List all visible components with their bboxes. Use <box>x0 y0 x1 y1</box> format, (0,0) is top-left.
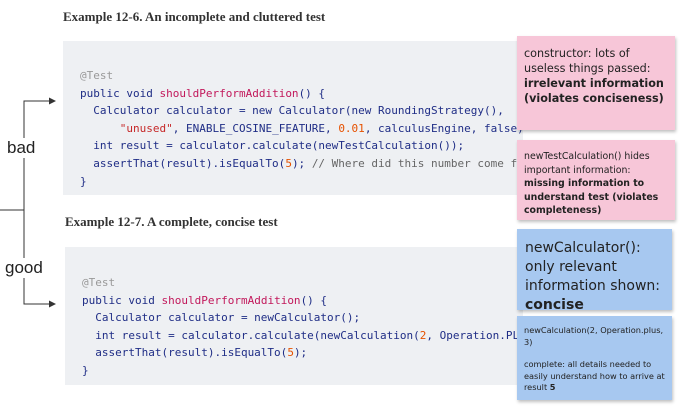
note-new-calculator: newCalculator(): only relevant informati… <box>517 229 672 313</box>
good-arrowhead <box>49 300 56 308</box>
note-test-calculation-text: newTestCalculation() hides important inf… <box>524 151 650 176</box>
bad-arrowhead <box>49 97 56 105</box>
good-connector <box>23 210 54 305</box>
note-test-calculation: newTestCalculation() hides important inf… <box>517 140 675 220</box>
note-constructor-bold: irrelevant information (violates concise… <box>524 77 664 105</box>
note-new-calculation-bold: 5 <box>549 382 556 392</box>
note-test-calculation-bold: missing information to understand test (… <box>524 178 659 216</box>
good-label: good <box>3 258 45 278</box>
bad-label: bad <box>5 138 38 158</box>
note-constructor-text: constructor: lots of useless things pass… <box>524 47 651 75</box>
note-new-calculation-text: complete: all details needed to easily u… <box>524 359 665 392</box>
note-new-calculator-bold: concise <box>525 297 584 313</box>
note-new-calculation: newCalculation(2, Operation.plus, 3) com… <box>517 316 672 400</box>
note-constructor: constructor: lots of useless things pass… <box>517 36 675 130</box>
note-new-calculation-title: newCalculation(2, Operation.plus, 3) <box>524 325 664 347</box>
note-new-calculator-text: newCalculator(): only relevant informati… <box>525 240 661 294</box>
